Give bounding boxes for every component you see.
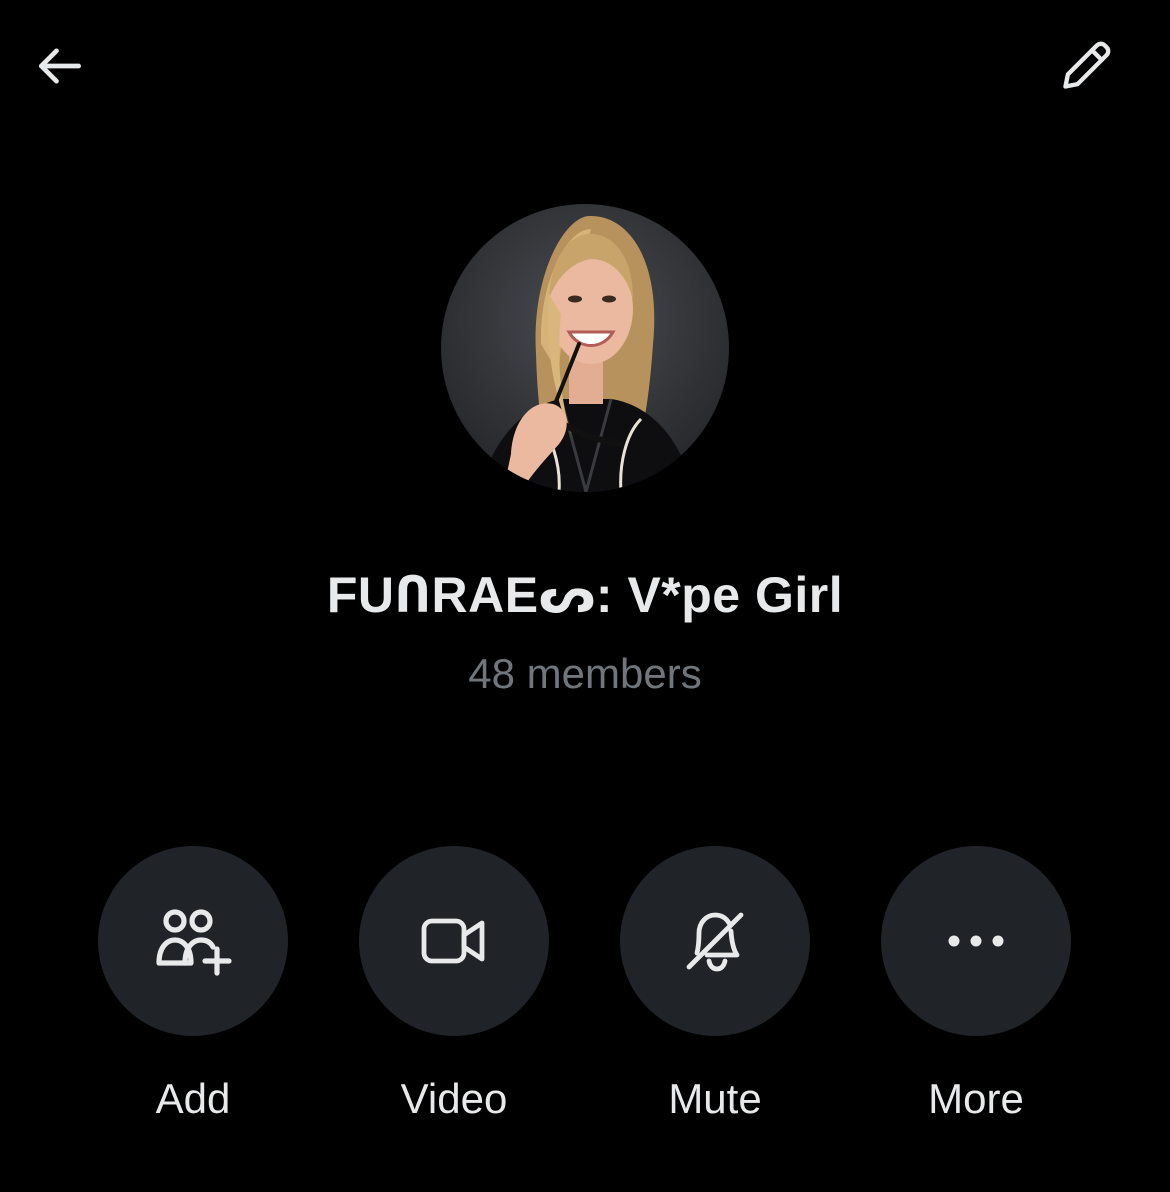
bell-off-icon [686, 912, 744, 972]
edit-button[interactable] [1056, 36, 1116, 96]
mute-button-circle[interactable] [620, 846, 810, 1036]
video-label: Video [400, 1075, 508, 1122]
member-count[interactable]: 48 members [0, 650, 1170, 698]
add-people-icon [156, 909, 232, 976]
video-button-circle[interactable] [359, 846, 549, 1036]
add-button[interactable]: Add [98, 846, 288, 1124]
group-avatar[interactable] [441, 204, 729, 492]
mute-button[interactable]: Mute [620, 846, 810, 1124]
more-button[interactable]: More [881, 846, 1071, 1124]
video-button[interactable]: Video [359, 846, 549, 1124]
add-button-circle[interactable] [98, 846, 288, 1036]
arrow-left-icon [39, 48, 81, 84]
back-button[interactable] [30, 36, 90, 96]
more-button-circle[interactable] [881, 846, 1071, 1036]
more-horizontal-icon [948, 935, 1004, 947]
video-camera-icon [421, 918, 485, 964]
avatar-photo [481, 215, 693, 492]
more-label: More [928, 1075, 1024, 1122]
pencil-icon [1063, 41, 1111, 89]
add-label: Add [155, 1075, 231, 1122]
mute-label: Mute [668, 1075, 762, 1122]
group-name: FUՈRAEᔕ: V*pe Girl [326, 567, 844, 623]
